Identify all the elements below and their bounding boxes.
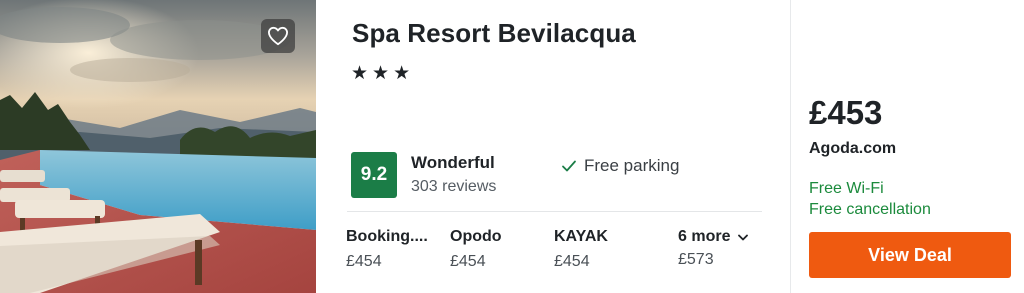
deal-panel: £453 Agoda.com Free Wi-Fi Free cancellat… bbox=[791, 0, 1024, 293]
partner-name: Opodo bbox=[450, 228, 502, 245]
star-rating: ★★★ bbox=[351, 63, 415, 84]
partner-price: £454 bbox=[554, 253, 590, 270]
review-score-badge: 9.2 bbox=[351, 152, 397, 198]
deal-provider: Agoda.com bbox=[809, 140, 897, 157]
perk-free-cancellation: Free cancellation bbox=[809, 201, 931, 218]
partner-name: Booking.... bbox=[346, 228, 428, 245]
deal-price: £453 bbox=[809, 94, 883, 131]
check-icon bbox=[562, 160, 576, 172]
more-offers-button[interactable]: 6 more £573 bbox=[678, 228, 749, 269]
partner-offer-booking[interactable]: Booking.... £454 bbox=[346, 228, 446, 271]
rating-label: Wonderful bbox=[411, 153, 495, 172]
partner-offer-opodo[interactable]: Opodo £454 bbox=[450, 228, 550, 271]
review-count[interactable]: 303 reviews bbox=[411, 178, 496, 196]
more-offers-label: 6 more bbox=[678, 228, 731, 245]
hotel-info: Spa Resort Bevilacqua ★★★ 9.2 Wonderful … bbox=[316, 0, 791, 293]
hotel-result-card: Spa Resort Bevilacqua ★★★ 9.2 Wonderful … bbox=[0, 0, 1024, 293]
amenity-free-parking: Free parking bbox=[561, 156, 679, 176]
chevron-down-icon bbox=[738, 234, 749, 240]
perk-free-wifi: Free Wi-Fi bbox=[809, 180, 884, 197]
partner-name: KAYAK bbox=[554, 228, 608, 245]
partner-offer-kayak[interactable]: KAYAK £454 bbox=[554, 228, 654, 271]
view-deal-button[interactable]: View Deal bbox=[809, 232, 1011, 278]
hotel-name[interactable]: Spa Resort Bevilacqua bbox=[352, 18, 636, 49]
hotel-photo[interactable] bbox=[0, 0, 316, 293]
favorite-button[interactable] bbox=[261, 19, 295, 53]
more-offers-price: £573 bbox=[678, 251, 714, 268]
partner-price: £454 bbox=[346, 253, 382, 270]
divider bbox=[347, 211, 762, 212]
amenity-label: Free parking bbox=[584, 156, 680, 175]
partner-price: £454 bbox=[450, 253, 486, 270]
heart-icon bbox=[267, 26, 288, 46]
